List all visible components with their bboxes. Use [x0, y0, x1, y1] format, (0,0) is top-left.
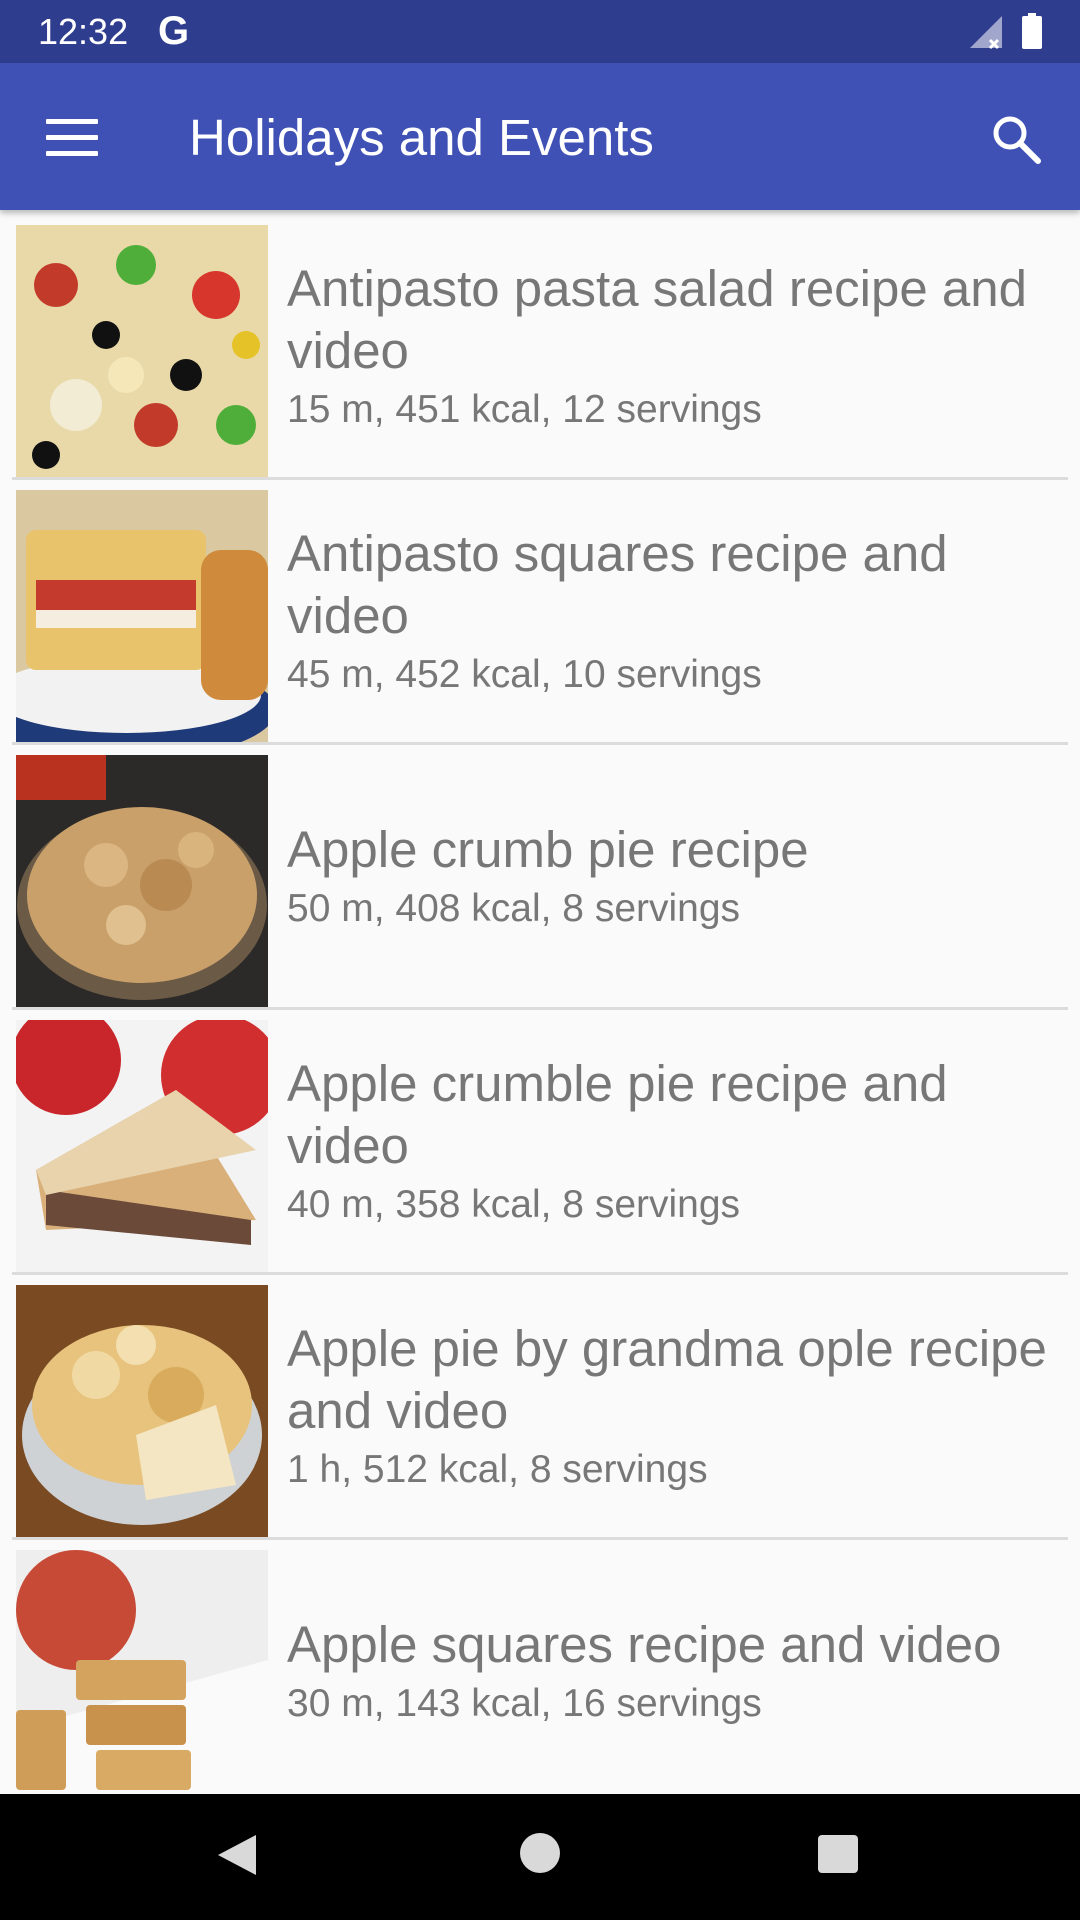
home-icon[interactable]	[520, 1833, 560, 1873]
signal-icon	[970, 16, 1002, 50]
back-icon[interactable]	[216, 1833, 258, 1877]
menu-icon[interactable]	[46, 117, 98, 157]
recipe-item[interactable]: Apple crumb pie recipe 50 m, 408 kcal, 8…	[0, 745, 1080, 1010]
recipe-title: Apple crumb pie recipe	[287, 820, 809, 878]
recipe-title: Antipasto squares recipe and video	[287, 524, 948, 644]
recipe-meta: 40 m, 358 kcal, 8 servings	[287, 1182, 741, 1226]
recipe-thumbnail	[16, 755, 268, 1007]
recipe-meta: 1 h, 512 kcal, 8 servings	[287, 1447, 708, 1491]
navigation-bar	[0, 1794, 1080, 1920]
recipe-meta: 15 m, 451 kcal, 12 servings	[287, 387, 762, 431]
recents-icon[interactable]	[818, 1835, 858, 1873]
recipe-item[interactable]: Apple pie by grandma ople recipe and vid…	[0, 1275, 1080, 1540]
recipe-title: Apple squares recipe and video	[287, 1615, 1002, 1673]
recipe-thumbnail	[16, 490, 268, 742]
recipe-item[interactable]: Apple crumble pie recipe and video 40 m,…	[0, 1010, 1080, 1275]
app-bar: Holidays and Events	[0, 63, 1080, 210]
recipe-meta: 30 m, 143 kcal, 16 servings	[287, 1681, 762, 1725]
recipe-title: Antipasto pasta salad recipe and video	[287, 259, 1027, 379]
recipe-list[interactable]: Antipasto pasta salad recipe and video 1…	[0, 210, 1080, 1794]
status-bar: 12:32 G	[0, 0, 1080, 63]
recipe-thumbnail	[16, 1550, 268, 1794]
recipe-title: Apple pie by grandma ople recipe and vid…	[287, 1319, 1047, 1439]
page-title: Holidays and Events	[189, 109, 654, 166]
recipe-item[interactable]: Antipasto squares recipe and video 45 m,…	[0, 480, 1080, 745]
recipe-item[interactable]: Antipasto pasta salad recipe and video 1…	[0, 215, 1080, 480]
recipe-meta: 50 m, 408 kcal, 8 servings	[287, 886, 741, 930]
recipe-meta: 45 m, 452 kcal, 10 servings	[287, 652, 762, 696]
battery-icon	[1022, 13, 1042, 49]
search-icon[interactable]	[988, 111, 1044, 167]
google-icon: G	[158, 9, 190, 53]
recipe-thumbnail	[16, 225, 268, 477]
recipe-thumbnail	[16, 1020, 268, 1272]
recipe-thumbnail	[16, 1285, 268, 1537]
status-time: 12:32	[38, 11, 129, 52]
recipe-title: Apple crumble pie recipe and video	[287, 1054, 948, 1174]
recipe-item[interactable]: Apple squares recipe and video 30 m, 143…	[0, 1540, 1080, 1794]
